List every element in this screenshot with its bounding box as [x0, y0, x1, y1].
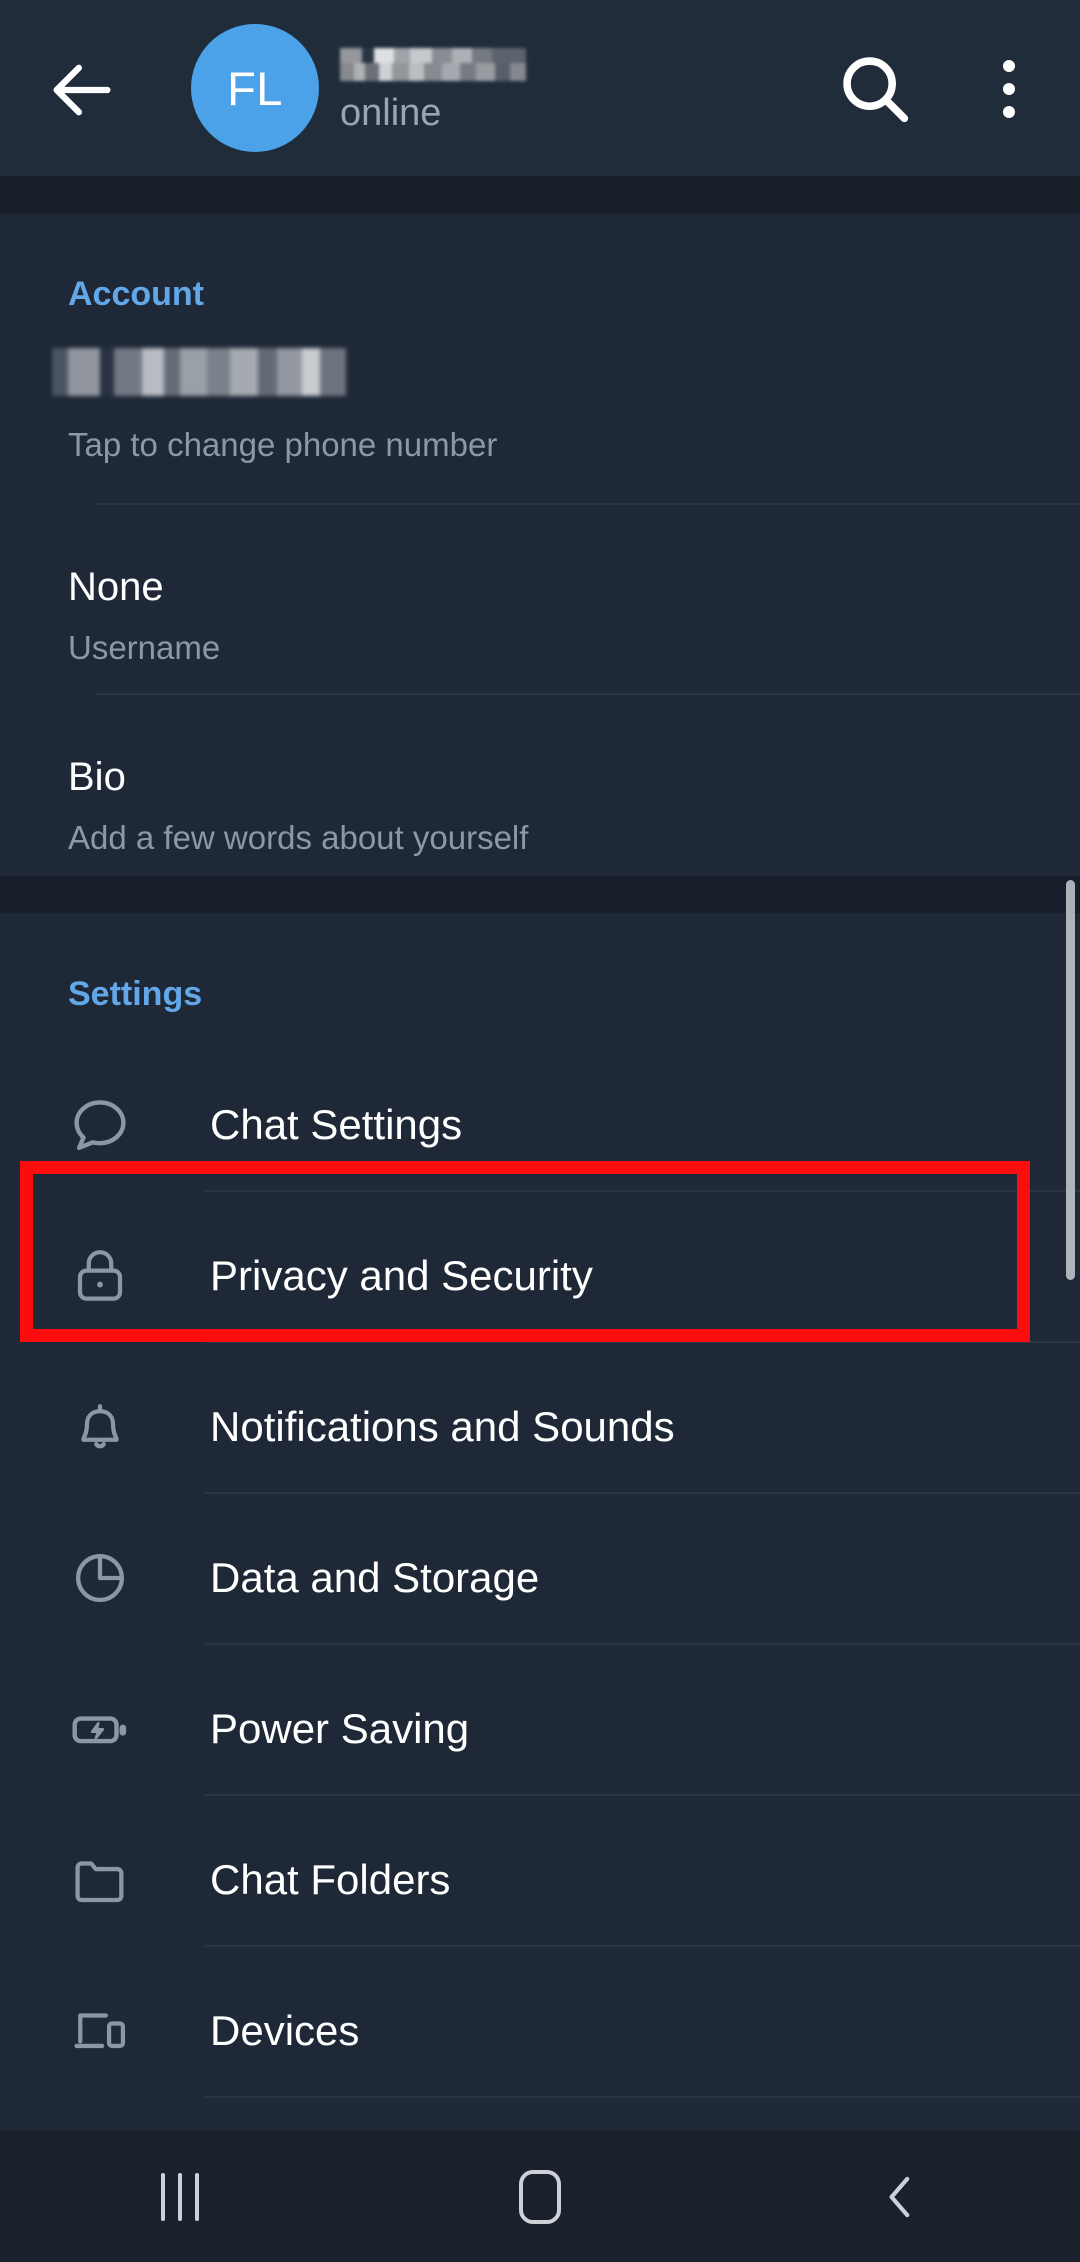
blurred-phone-block	[52, 348, 346, 396]
settings-item-privacy-and-security[interactable]: Privacy and Security	[0, 1190, 1080, 1341]
nav-back-icon	[889, 2176, 910, 2217]
account-section: Account Tap to change phone number None …	[0, 213, 1080, 876]
home-icon	[519, 2169, 561, 2224]
back-button[interactable]	[44, 52, 120, 128]
contact-name-redacted	[340, 30, 740, 81]
system-navigation-bar	[0, 2131, 1080, 2262]
settings-item-label: Power Saving	[210, 1705, 470, 1752]
phone-number-hint: Tap to change phone number	[68, 426, 498, 463]
battery-bolt-icon	[64, 1693, 136, 1765]
username-label: Username	[68, 629, 221, 666]
settings-item-label: Chat Folders	[210, 1856, 451, 1903]
back-arrow-icon	[53, 64, 111, 116]
settings-item-notifications-and-sounds[interactable]: Notifications and Sounds	[0, 1341, 1080, 1492]
recents-icon	[161, 2172, 199, 2221]
settings-item-label: Privacy and Security	[210, 1252, 593, 1299]
bio-label: Add a few words about yourself	[68, 819, 529, 856]
blurred-name-block	[340, 48, 526, 81]
username-value: None	[68, 565, 164, 609]
overflow-menu-button[interactable]	[974, 46, 1044, 132]
online-status: online	[340, 92, 442, 134]
section-gap-top	[0, 176, 1080, 213]
section-gap-middle	[0, 876, 1080, 913]
row-divider	[205, 2096, 1080, 2098]
devices-icon	[64, 1995, 136, 2067]
settings-item-label: Devices	[210, 2007, 360, 2054]
settings-item-label: Data and Storage	[210, 1554, 540, 1601]
settings-item-label: Notifications and Sounds	[210, 1403, 675, 1450]
folder-icon	[64, 1844, 136, 1916]
phone-number-redacted	[0, 348, 1080, 398]
settings-item-power-saving[interactable]: Power Saving	[0, 1643, 1080, 1794]
bell-icon	[64, 1391, 136, 1463]
overflow-menu-icon	[1003, 60, 1015, 72]
bio-row[interactable]: Bio Add a few words about yourself	[0, 703, 1080, 881]
username-row[interactable]: None Username	[0, 513, 1080, 691]
settings-item-chat-settings[interactable]: Chat Settings	[0, 1039, 1080, 1190]
app-bar: FL online	[0, 0, 1080, 176]
settings-section: Settings Chat Settings Privacy and Secur…	[0, 913, 1080, 2130]
overflow-menu-icon	[1003, 106, 1015, 118]
row-divider	[96, 503, 1080, 505]
row-divider	[96, 693, 1080, 695]
recents-button[interactable]	[100, 2142, 260, 2252]
settings-item-data-and-storage[interactable]: Data and Storage	[0, 1492, 1080, 1643]
chat-bubble-icon	[64, 1089, 136, 1161]
search-icon	[843, 57, 909, 123]
search-button[interactable]	[832, 46, 918, 132]
settings-item-chat-folders[interactable]: Chat Folders	[0, 1794, 1080, 1945]
vertical-scrollbar[interactable]	[1066, 880, 1075, 1280]
avatar-initials: FL	[227, 61, 283, 115]
settings-item-devices[interactable]: Devices	[0, 1945, 1080, 2096]
settings-item-label: Chat Settings	[210, 1101, 463, 1148]
phone-number-row[interactable]: Tap to change phone number	[0, 338, 1080, 498]
telegram-settings-screen: FL online Account Tap to change phone nu…	[0, 0, 1080, 2262]
home-button[interactable]	[460, 2142, 620, 2252]
pie-chart-icon	[64, 1542, 136, 1614]
account-section-title: Account	[68, 275, 204, 313]
overflow-menu-icon	[1003, 83, 1015, 95]
lock-icon	[64, 1240, 136, 1312]
avatar[interactable]: FL	[191, 24, 319, 152]
nav-back-button[interactable]	[820, 2142, 980, 2252]
bio-value: Bio	[68, 755, 126, 799]
settings-section-title: Settings	[68, 975, 203, 1013]
